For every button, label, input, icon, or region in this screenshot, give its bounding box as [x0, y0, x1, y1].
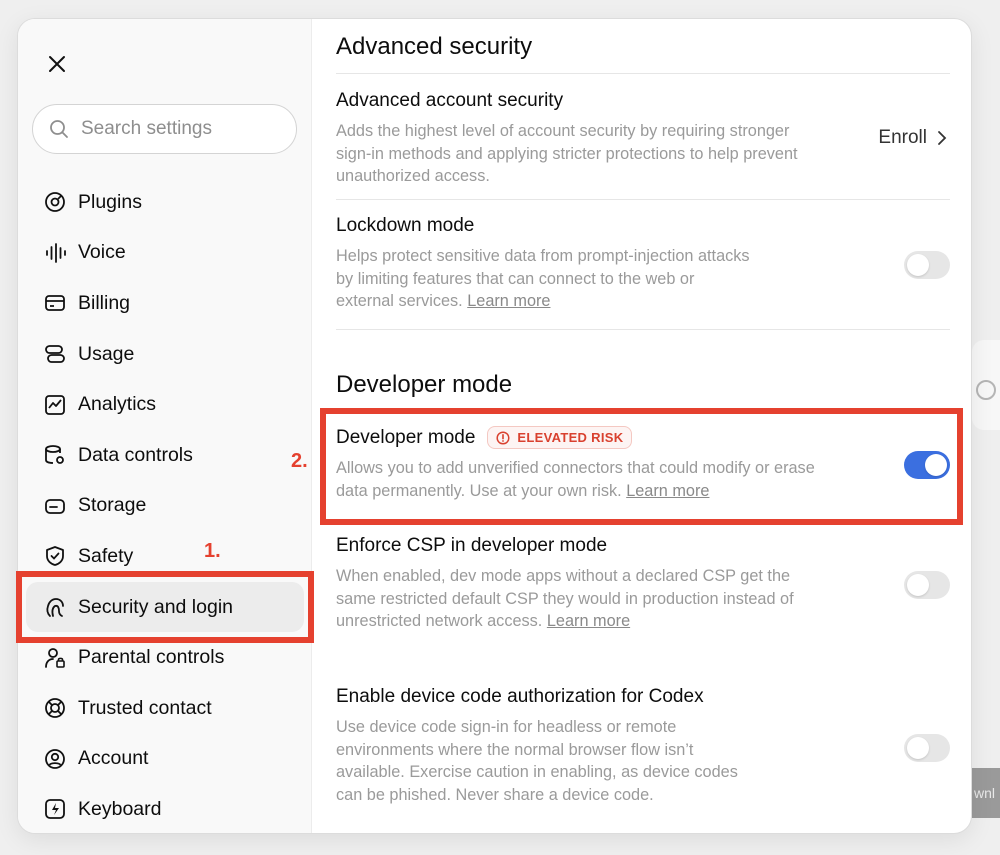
lockdown-mode-row: Lockdown mode Helps protect sensitive da…	[336, 215, 950, 313]
sidebar-item-data-controls[interactable]: Data controls	[26, 430, 304, 481]
sidebar-item-keyboard[interactable]: Keyboard	[26, 784, 304, 833]
device-code-row: Enable device code authorization for Cod…	[336, 686, 950, 806]
sidebar-item-label: Billing	[78, 291, 131, 314]
sidebar-item-label: Parental controls	[78, 646, 225, 669]
sidebar-item-label: Keyboard	[78, 797, 162, 820]
settings-content: Advanced security Advanced account secur…	[312, 19, 971, 833]
toggle-knob	[907, 574, 929, 596]
sidebar-item-label: Storage	[78, 494, 147, 517]
row-title: Advanced account security	[336, 90, 564, 111]
credit-card-icon	[42, 290, 68, 316]
row-description: Use device code sign-in for headless or …	[336, 718, 738, 804]
row-title: Enable device code authorization for Cod…	[336, 686, 704, 707]
search-input[interactable]	[81, 118, 271, 140]
row-description: Adds the highest level of account securi…	[336, 122, 798, 185]
usage-icon	[42, 341, 68, 367]
sidebar-item-label: Data controls	[78, 443, 193, 466]
enroll-label: Enroll	[878, 127, 927, 148]
sidebar-item-voice[interactable]: Voice	[26, 228, 304, 279]
search-icon	[50, 120, 68, 138]
enroll-button[interactable]: Enroll	[878, 127, 947, 149]
elevated-risk-badge: ELEVATED RISK	[487, 426, 633, 449]
sidebar-item-label: Usage	[78, 342, 135, 365]
row-description: Allows you to add unverified connectors …	[336, 459, 815, 500]
divider	[336, 73, 950, 74]
close-icon	[49, 56, 65, 72]
row-title: Enforce CSP in developer mode	[336, 535, 608, 556]
sidebar-item-label: Account	[78, 747, 149, 770]
database-gear-icon	[42, 442, 68, 468]
row-description: Helps protect sensitive data from prompt…	[336, 247, 750, 310]
divider	[336, 329, 950, 330]
sidebar-item-label: Analytics	[78, 393, 157, 416]
sidebar-item-storage[interactable]: Storage	[26, 481, 304, 532]
sidebar-item-usage[interactable]: Usage	[26, 329, 304, 380]
sidebar-item-label: Safety	[78, 544, 134, 567]
settings-modal: Plugins Voice Billing Usage	[17, 18, 972, 834]
sidebar-item-label: Voice	[78, 241, 126, 264]
sidebar-item-label: Plugins	[78, 190, 142, 213]
parental-icon	[42, 645, 68, 671]
background-download-button[interactable]: wnl	[972, 768, 1000, 818]
sidebar-item-trusted-contact[interactable]: Trusted contact	[26, 683, 304, 734]
security-key-icon	[42, 594, 68, 620]
sidebar-item-plugins[interactable]: Plugins	[26, 177, 304, 228]
keyboard-icon	[42, 796, 68, 822]
sidebar-item-billing[interactable]: Billing	[26, 278, 304, 329]
sidebar-item-label: Security and login	[78, 595, 234, 618]
sidebar-item-safety[interactable]: Safety	[26, 531, 304, 582]
enforce-csp-row: Enforce CSP in developer mode When enabl…	[336, 535, 950, 633]
sidebar-item-label: Trusted contact	[78, 696, 212, 719]
sidebar-item-parental-controls[interactable]: Parental controls	[26, 632, 304, 683]
annotation-step-1: 1.	[204, 540, 221, 562]
row-title: Developer mode ELEVATED RISK	[336, 426, 950, 449]
plugin-icon	[42, 189, 68, 215]
learn-more-link[interactable]: Learn more	[626, 482, 709, 500]
alert-icon	[496, 430, 510, 445]
settings-nav: Plugins Voice Billing Usage Analytics Da…	[26, 177, 304, 833]
developer-mode-row: Developer mode ELEVATED RISK Allows you …	[336, 426, 950, 502]
chart-icon	[42, 392, 68, 418]
developer-mode-toggle[interactable]	[904, 451, 950, 479]
row-title: Lockdown mode	[336, 215, 475, 236]
toggle-knob	[925, 454, 947, 476]
chevron-right-icon	[938, 131, 947, 145]
learn-more-link[interactable]: Learn more	[547, 612, 630, 630]
account-icon	[42, 746, 68, 772]
storage-icon	[42, 493, 68, 519]
sidebar-item-analytics[interactable]: Analytics	[26, 379, 304, 430]
developer-mode-heading: Developer mode	[336, 371, 513, 398]
sidebar-item-security-and-login[interactable]: Security and login	[26, 581, 304, 633]
background-icon	[976, 380, 996, 400]
annotation-step-2: 2.	[291, 450, 308, 472]
advanced-account-security-row: Advanced account security Adds the highe…	[336, 90, 950, 188]
row-description: When enabled, dev mode apps without a de…	[336, 567, 794, 630]
shield-check-icon	[42, 543, 68, 569]
lifebuoy-icon	[42, 695, 68, 721]
sidebar-item-account[interactable]: Account	[26, 734, 304, 785]
waveform-icon	[42, 240, 68, 266]
settings-sidebar: Plugins Voice Billing Usage	[18, 19, 312, 833]
divider	[336, 199, 950, 200]
device-code-toggle[interactable]	[904, 734, 950, 762]
toggle-knob	[907, 254, 929, 276]
toggle-knob	[907, 737, 929, 759]
lockdown-mode-toggle[interactable]	[904, 251, 950, 279]
search-field[interactable]	[32, 104, 297, 154]
learn-more-link[interactable]: Learn more	[467, 292, 550, 310]
close-button[interactable]	[42, 49, 72, 79]
advanced-security-heading: Advanced security	[336, 33, 533, 60]
enforce-csp-toggle[interactable]	[904, 571, 950, 599]
